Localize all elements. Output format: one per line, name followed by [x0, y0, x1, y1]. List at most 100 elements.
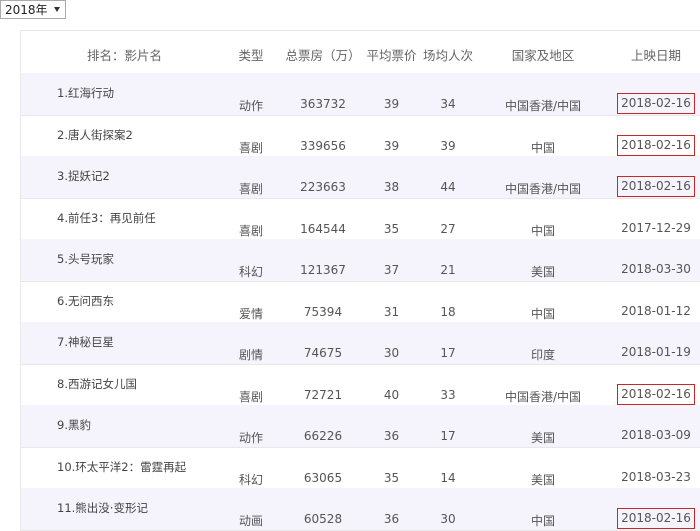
- date-value: 2018-03-23: [621, 469, 691, 484]
- movie-release-date: 2018-03-09: [617, 425, 695, 446]
- movie-box-office: 75394: [303, 304, 343, 319]
- movie-type: 科幻: [238, 472, 263, 487]
- movie-avg-price: 35: [383, 470, 400, 485]
- movie-type: 动作: [238, 431, 263, 445]
- header-avg-attendance: 场均人次: [422, 48, 473, 63]
- date-value: 2018-03-09: [621, 428, 691, 442]
- movie-avg-attendance: 14: [440, 470, 456, 485]
- movie-box-office: 223663: [300, 180, 346, 194]
- table-row: 2.唐人街探案2 喜剧 339656 39 39 中国 2018-02-16: [21, 115, 700, 157]
- movie-avg-price: 37: [383, 263, 400, 277]
- movie-release-date: 2018-03-23: [617, 467, 695, 488]
- table-row: 6.无问西东 爱情 75394 31 18 中国 2018-01-12: [21, 281, 700, 323]
- movie-avg-price: 30: [383, 346, 400, 360]
- date-value: 2018-03-30: [621, 262, 691, 276]
- highlighted-date: 2018-02-16: [617, 134, 695, 156]
- movie-avg-price: 36: [383, 429, 400, 443]
- movie-release-date: 2018-02-16: [617, 134, 695, 156]
- movie-region: 美国: [530, 431, 555, 445]
- box-office-table: 排名：影片名 类型 总票房（万） 平均票价 场均人次 国家及地区 上映日期 1.…: [20, 30, 700, 531]
- movie-avg-price: 36: [383, 512, 400, 526]
- movie-box-office: 164544: [300, 221, 346, 236]
- movie-avg-attendance: 27: [440, 221, 456, 236]
- movie-region: 中国香港/中国: [504, 99, 582, 113]
- movie-type: 爱情: [238, 306, 263, 321]
- movie-title: 11.熊出没·变形记: [57, 501, 148, 515]
- table-row: 1.红海行动 动作 363732 39 34 中国香港/中国 2018-02-16: [21, 73, 700, 116]
- movie-title: 7.神秘巨星: [57, 335, 114, 349]
- movie-region: 中国: [530, 140, 555, 155]
- table-row: 4.前任3：再见前任喜剧 164544 35 27 中国 2017-12-29: [21, 198, 700, 240]
- movie-title: 9.黑豹: [57, 418, 91, 432]
- movie-title: 5.头号玩家: [57, 252, 114, 266]
- highlighted-date: 2018-02-16: [617, 508, 695, 529]
- movie-box-office: 363732: [300, 97, 346, 111]
- header-box-office: 总票房（万）: [285, 48, 361, 63]
- date-value: 2017-12-29: [621, 220, 691, 235]
- movie-avg-attendance: 21: [440, 263, 456, 277]
- movie-box-office: 339656: [300, 138, 346, 153]
- movie-avg-attendance: 44: [440, 180, 456, 194]
- dropdown-caret-icon: [54, 7, 60, 12]
- movie-region: 印度: [530, 348, 555, 362]
- header-avg-price: 平均票价: [366, 48, 417, 63]
- header-title: 排名：影片名: [87, 48, 163, 63]
- movie-avg-attendance: 18: [440, 304, 456, 319]
- movie-region: 中国香港/中国: [504, 389, 582, 404]
- movie-release-date: 2018-03-30: [617, 259, 695, 280]
- table-row: 10.环太平洋2：雷霆再起 科幻 63065 35 14 美国 2018-03-23: [21, 447, 700, 489]
- highlighted-date: 2018-02-16: [617, 176, 695, 197]
- movie-title: 8.西游记女儿国: [57, 376, 137, 391]
- movie-box-office: 121367: [300, 263, 346, 277]
- date-value: 2018-01-19: [621, 345, 691, 359]
- movie-title: 10.环太平洋2：雷霆再起: [57, 459, 187, 474]
- movie-region: 美国: [530, 265, 555, 279]
- movie-region: 中国香港/中国: [504, 182, 582, 196]
- movie-type: 喜剧: [238, 389, 263, 404]
- table-header-row: 排名：影片名 类型 总票房（万） 平均票价 场均人次 国家及地区 上映日期: [21, 31, 700, 74]
- movie-type: 喜剧: [238, 140, 263, 155]
- movie-avg-price: 31: [383, 304, 400, 319]
- movie-box-office: 74675: [303, 346, 343, 360]
- movie-avg-attendance: 17: [440, 346, 456, 360]
- header-region: 国家及地区: [511, 48, 575, 63]
- movie-box-office: 66226: [303, 429, 343, 443]
- date-value: 2018-01-12: [621, 303, 691, 318]
- movie-title: 3.捉妖记2: [57, 169, 110, 183]
- movie-title: 4.前任3：再见前任: [57, 210, 156, 225]
- header-type: 类型: [238, 48, 264, 63]
- movie-avg-attendance: 17: [440, 429, 456, 443]
- movie-avg-attendance: 33: [440, 387, 456, 402]
- movie-release-date: 2018-02-16: [617, 508, 695, 529]
- movie-box-office: 60528: [303, 512, 343, 526]
- movie-title: 1.红海行动: [57, 86, 114, 100]
- movie-avg-price: 40: [383, 387, 400, 402]
- table-row: 9.黑豹动作 66226 36 17 美国 2018-03-09: [21, 405, 700, 448]
- movie-type: 喜剧: [238, 182, 263, 196]
- movie-type: 剧情: [238, 348, 263, 362]
- movie-title: 2.唐人街探案2: [57, 127, 133, 142]
- movie-region: 中国: [530, 223, 555, 238]
- highlighted-date: 2018-02-16: [617, 93, 695, 114]
- movie-avg-price: 35: [383, 221, 400, 236]
- movie-region: 中国: [530, 306, 555, 321]
- year-select[interactable]: 2018年: [0, 0, 66, 19]
- movie-region: 美国: [530, 472, 555, 487]
- table-row: 5.头号玩家科幻 121367 37 21 美国 2018-03-30: [21, 239, 700, 282]
- movie-avg-attendance: 34: [440, 97, 456, 111]
- movie-type: 喜剧: [238, 223, 263, 238]
- table-row: 7.神秘巨星剧情 74675 30 17 印度 2018-01-19: [21, 322, 700, 365]
- movie-release-date: 2018-02-16: [617, 176, 695, 197]
- movie-release-date: 2018-01-19: [617, 342, 695, 363]
- movie-release-date: 2018-01-12: [617, 301, 695, 322]
- movie-release-date: 2017-12-29: [617, 218, 695, 239]
- movie-avg-price: 39: [383, 97, 400, 111]
- movie-type: 科幻: [238, 265, 263, 279]
- movie-avg-price: 39: [383, 138, 400, 153]
- movie-avg-attendance: 30: [440, 512, 456, 526]
- movie-release-date: 2018-02-16: [617, 383, 695, 405]
- table-row: 11.熊出没·变形记 动画 60528 36 30 中国 2018-02-16: [21, 488, 700, 531]
- highlighted-date: 2018-02-16: [617, 383, 695, 405]
- header-release-date: 上映日期: [630, 48, 681, 63]
- movie-box-office: 72721: [303, 387, 343, 402]
